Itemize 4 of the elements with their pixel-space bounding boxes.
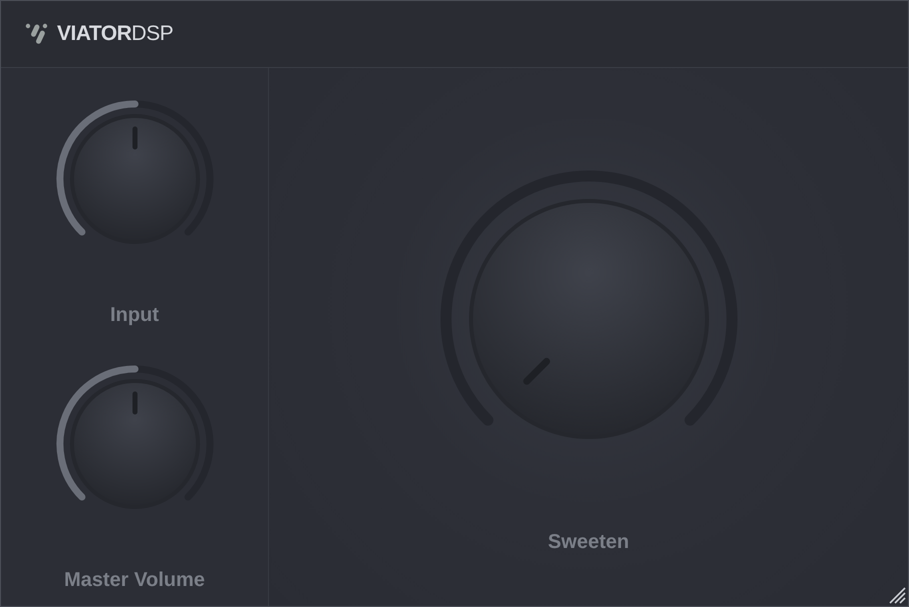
knob-label: Master Volume bbox=[64, 568, 205, 592]
knob-label: Input bbox=[110, 303, 159, 327]
knob-label: Sweeten bbox=[548, 530, 630, 554]
logo: VIATORDSP bbox=[57, 22, 174, 46]
